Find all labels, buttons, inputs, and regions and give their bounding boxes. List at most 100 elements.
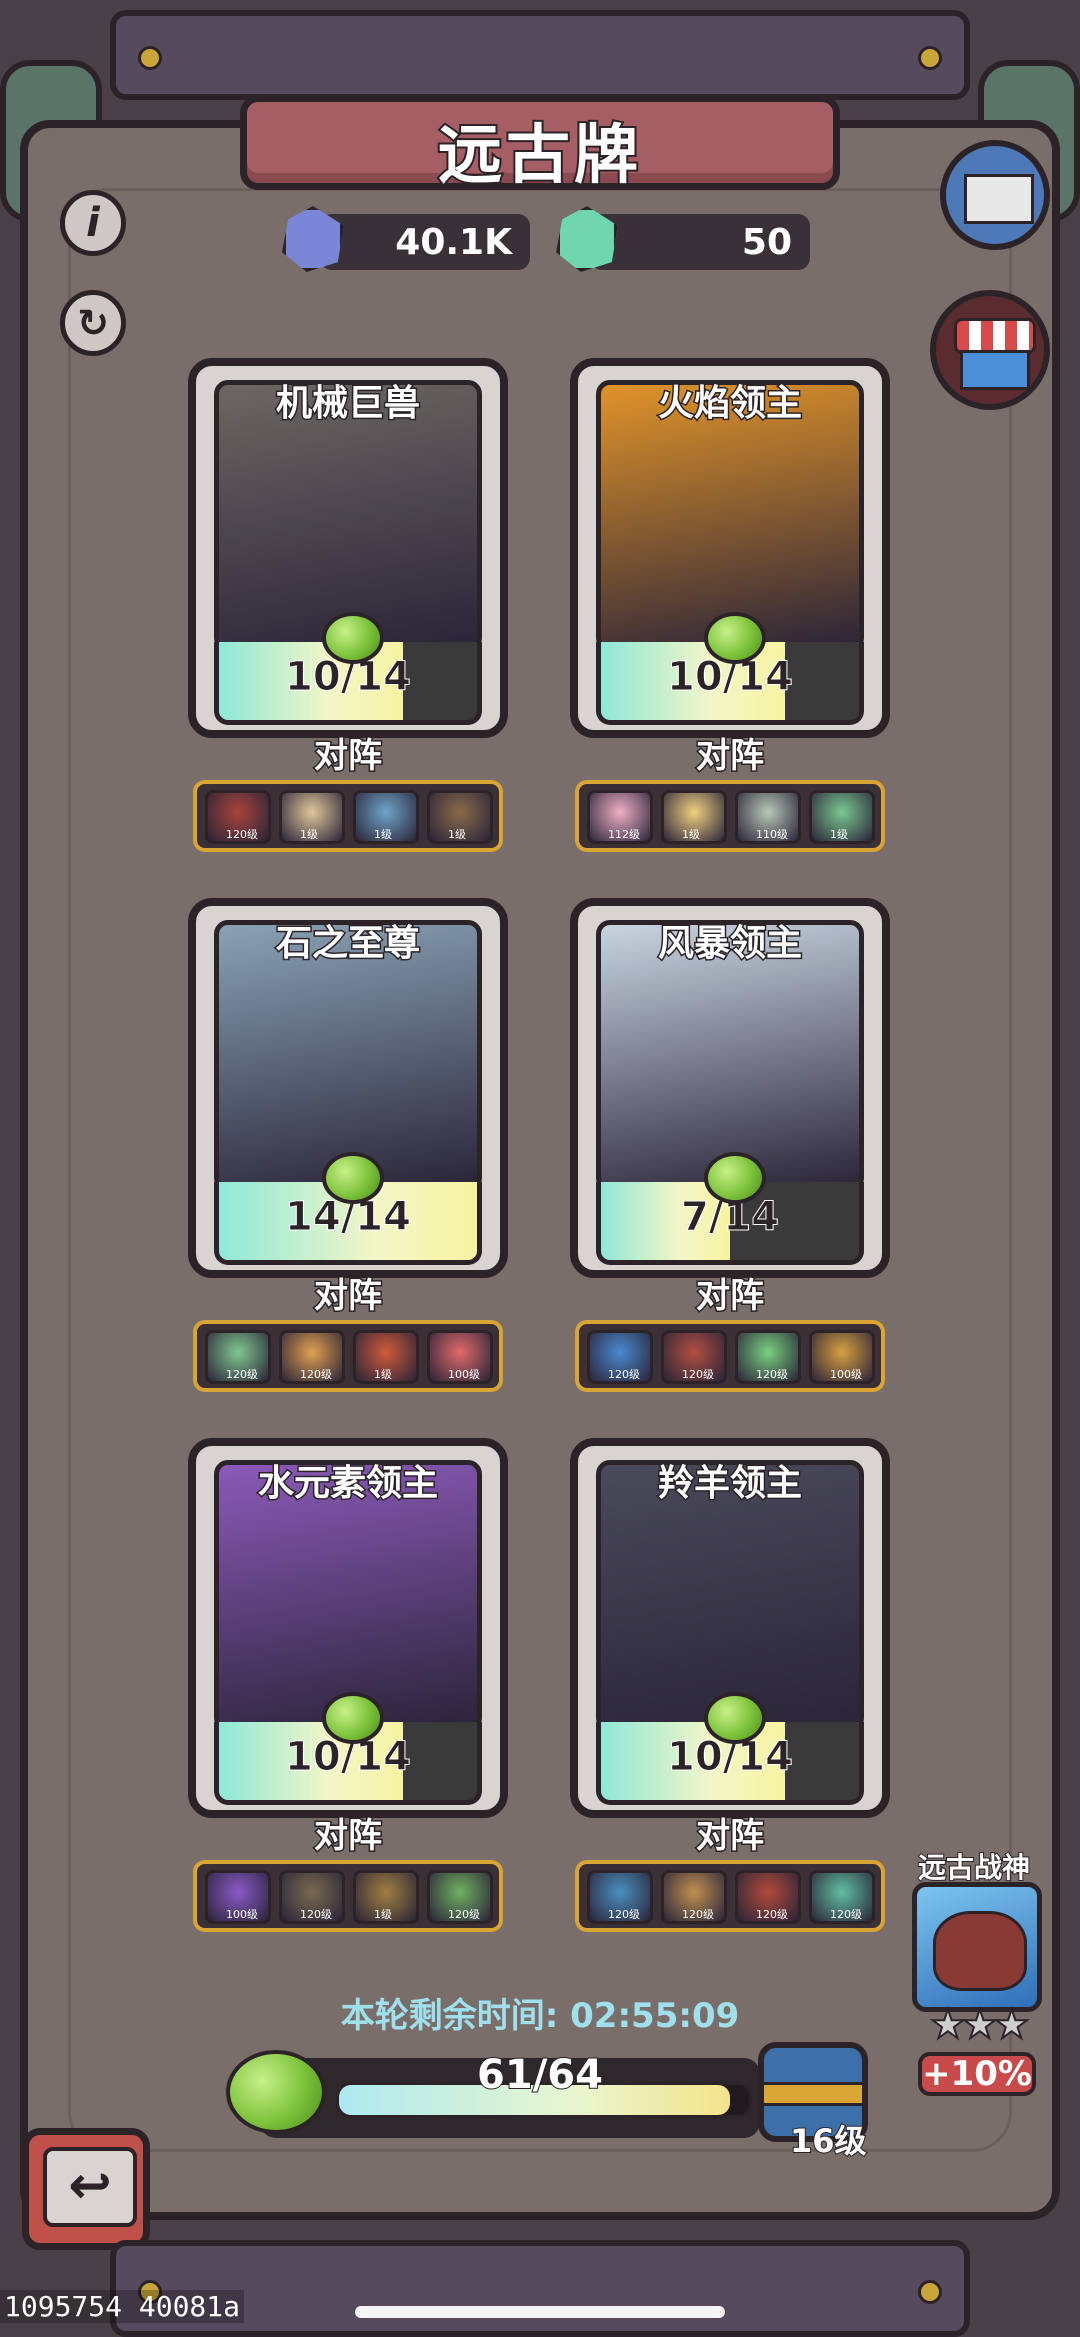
- hero-lineup[interactable]: 112级 1级 110级 1级: [575, 780, 885, 852]
- hero-level: 1级: [448, 828, 466, 841]
- hero-level: 1级: [374, 1368, 392, 1381]
- game-frame: 远古牌 40.1K 50 i ↻ 机械巨兽 10/14 对阵 120级 1级 1级 1级 火焰…: [0, 0, 1080, 2337]
- boss-card[interactable]: 石之至尊 14/14: [188, 898, 508, 1278]
- hero-avatar[interactable]: 110级: [735, 790, 801, 844]
- refresh-button[interactable]: ↻: [60, 290, 126, 356]
- hero-level: 120级: [830, 1908, 862, 1921]
- hero-level: 100级: [448, 1368, 480, 1381]
- hero-avatar[interactable]: 120级: [661, 1870, 727, 1924]
- ancient-god-label: 远古战神: [917, 1850, 1031, 1885]
- home-indicator[interactable]: [355, 2306, 725, 2318]
- boss-card[interactable]: 风暴领主 7/14: [570, 898, 890, 1278]
- hero-avatar[interactable]: 120级: [279, 1330, 345, 1384]
- back-arrow-icon: ↩: [43, 2147, 137, 2227]
- hero-lineup[interactable]: 120级 1级 1级 1级: [193, 780, 503, 852]
- hero-level: 1级: [374, 1908, 392, 1921]
- back-button[interactable]: ↩: [22, 2128, 150, 2250]
- seed-icon: [322, 1152, 384, 1204]
- boss-name: 石之至尊: [274, 922, 421, 966]
- chest-band: [764, 2082, 862, 2106]
- hero-level: 120级: [608, 1908, 640, 1921]
- hero-avatar[interactable]: 120级: [735, 1870, 801, 1924]
- lineup-label: 对阵: [695, 1815, 766, 1858]
- debug-overlay-text: 1095754 40081a: [0, 2290, 245, 2323]
- hero-lineup[interactable]: 120级 120级 120级 120级: [575, 1860, 885, 1932]
- lineup-label: 对阵: [313, 735, 384, 778]
- hero-avatar[interactable]: 1级: [353, 1330, 419, 1384]
- hero-level: 110级: [756, 828, 788, 841]
- lineup-label: 对阵: [313, 1815, 384, 1858]
- hero-avatar[interactable]: 1级: [353, 1870, 419, 1924]
- seed-icon: [226, 2050, 326, 2134]
- hero-avatar[interactable]: 120级: [587, 1330, 653, 1384]
- hero-avatar[interactable]: 100级: [809, 1330, 875, 1384]
- hero-level: 1级: [300, 828, 318, 841]
- xp-progress-text: 61/64: [476, 2051, 604, 2099]
- hero-level: 1级: [830, 828, 848, 841]
- hero-avatar[interactable]: 120级: [661, 1330, 727, 1384]
- hero-avatar[interactable]: 1级: [809, 790, 875, 844]
- hero-avatar[interactable]: 120级: [427, 1870, 493, 1924]
- lineup-label: 对阵: [695, 735, 766, 778]
- hero-avatar[interactable]: 120级: [205, 790, 271, 844]
- hero-level: 1级: [682, 828, 700, 841]
- ranking-button[interactable]: [940, 140, 1050, 250]
- boss-name: 羚羊领主: [656, 1462, 803, 1506]
- hero-avatar[interactable]: 120级: [809, 1870, 875, 1924]
- hero-lineup[interactable]: 120级 120级 1级 100级: [193, 1320, 503, 1392]
- top-frame-bar: [110, 10, 970, 100]
- board-background: [20, 120, 1060, 2220]
- hero-level: 120级: [682, 1908, 714, 1921]
- boss-name: 火焰领主: [656, 382, 803, 426]
- hero-level: 120级: [226, 1368, 258, 1381]
- boss-name: 风暴领主: [656, 922, 803, 966]
- hero-avatar[interactable]: 1级: [353, 790, 419, 844]
- hero-level: 120级: [300, 1908, 332, 1921]
- hero-level: 100级: [226, 1908, 258, 1921]
- hero-avatar[interactable]: 100级: [427, 1330, 493, 1384]
- hero-level: 120级: [448, 1908, 480, 1921]
- boss-card[interactable]: 羚羊领主 10/14: [570, 1438, 890, 1818]
- boss-name: 机械巨兽: [274, 382, 421, 426]
- hero-avatar[interactable]: 120级: [279, 1870, 345, 1924]
- title-plate: 远古牌: [240, 95, 840, 195]
- boss-card[interactable]: 机械巨兽 10/14: [188, 358, 508, 738]
- seed-icon: [322, 612, 384, 664]
- shop-awning-icon: [954, 318, 1036, 354]
- seed-icon: [322, 1692, 384, 1744]
- shop-button[interactable]: [930, 290, 1050, 410]
- hero-level: 120级: [756, 1908, 788, 1921]
- lineup-label: 对阵: [313, 1275, 384, 1318]
- boss-card[interactable]: 火焰领主 10/14: [570, 358, 890, 738]
- hero-avatar[interactable]: 120级: [587, 1870, 653, 1924]
- hero-level: 100级: [830, 1368, 862, 1381]
- info-button[interactable]: i: [60, 190, 126, 256]
- hero-level: 112级: [608, 828, 640, 841]
- bull-portrait-icon: [933, 1911, 1027, 1991]
- ancient-god-card[interactable]: [912, 1882, 1042, 2012]
- hero-avatar[interactable]: 1级: [427, 790, 493, 844]
- hero-avatar[interactable]: 1级: [661, 790, 727, 844]
- currency-blue-value: 40.1K: [395, 222, 512, 263]
- hero-avatar[interactable]: 112级: [587, 790, 653, 844]
- page-title: 远古牌: [436, 117, 642, 195]
- currency-green-value: 50: [741, 222, 792, 263]
- hero-avatar[interactable]: 100级: [205, 1870, 271, 1924]
- hero-avatar[interactable]: 120级: [735, 1330, 801, 1384]
- rivet: [138, 46, 162, 70]
- boss-name: 水元素领主: [256, 1462, 439, 1506]
- hero-level: 120级: [608, 1368, 640, 1381]
- hero-avatar[interactable]: 1级: [279, 790, 345, 844]
- seed-icon: [704, 1152, 766, 1204]
- rivet: [918, 46, 942, 70]
- currency-blue: 40.1K: [320, 214, 530, 270]
- hero-level: 120级: [300, 1368, 332, 1381]
- lineup-label: 对阵: [695, 1275, 766, 1318]
- ancient-god-stars: ★★★: [929, 2001, 1031, 2049]
- hero-lineup[interactable]: 120级 120级 120级 100级: [575, 1320, 885, 1392]
- hero-level: 1级: [374, 828, 392, 841]
- level-text: 16级: [789, 2121, 868, 2161]
- boss-card[interactable]: 水元素领主 10/14: [188, 1438, 508, 1818]
- hero-lineup[interactable]: 100级 120级 1级 120级: [193, 1860, 503, 1932]
- hero-avatar[interactable]: 120级: [205, 1330, 271, 1384]
